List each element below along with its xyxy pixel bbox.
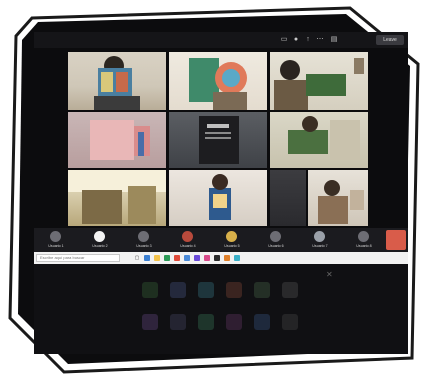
participant-video xyxy=(274,58,364,110)
meeting-screen: ▭ ● ↑ ⋯ ▤ Leave Usuario 1 Usuario 2 Usua… xyxy=(34,32,408,354)
app-tile[interactable] xyxy=(142,282,158,298)
start-menu-area: ✕ xyxy=(34,264,408,354)
app-tile[interactable] xyxy=(226,314,242,330)
video-tile[interactable] xyxy=(270,112,368,168)
participant-video xyxy=(94,56,140,110)
avatar xyxy=(358,231,369,242)
participant-video xyxy=(68,170,166,224)
participant-video xyxy=(318,180,364,224)
app-icon[interactable] xyxy=(174,255,180,261)
video-tile[interactable] xyxy=(169,112,267,168)
participant-thumb[interactable]: Usuario 4 xyxy=(168,230,208,250)
app-tile[interactable] xyxy=(254,314,270,330)
task-view-icon[interactable]: ▢ xyxy=(134,255,140,261)
avatar xyxy=(270,231,281,242)
more-icon[interactable]: ⋯ xyxy=(316,36,324,44)
app-tile[interactable] xyxy=(170,282,186,298)
participant-name: Usuario 8 xyxy=(356,244,372,248)
video-tile[interactable] xyxy=(68,52,166,110)
chat-icon[interactable]: ▤ xyxy=(330,36,338,44)
teams-icon[interactable] xyxy=(194,255,200,261)
participant-name: Usuario 6 xyxy=(268,244,284,248)
participant-name: Usuario 1 xyxy=(48,244,64,248)
meeting-topbar: ▭ ● ↑ ⋯ ▤ Leave xyxy=(34,32,408,48)
video-tile[interactable] xyxy=(169,52,267,110)
participant-name: Usuario 2 xyxy=(92,244,108,248)
participant-name: Usuario 5 xyxy=(224,244,240,248)
app-tile[interactable] xyxy=(198,282,214,298)
participant-thumb[interactable]: Usuario 6 xyxy=(256,230,296,250)
participant-thumb[interactable]: Usuario 7 xyxy=(300,230,340,250)
app-tile[interactable] xyxy=(282,314,298,330)
app-tile[interactable] xyxy=(282,282,298,298)
edge-icon[interactable] xyxy=(144,255,150,261)
app-icon[interactable] xyxy=(184,255,190,261)
participant-name: Usuario 4 xyxy=(180,244,196,248)
app-icon[interactable] xyxy=(224,255,230,261)
participant-video xyxy=(199,116,239,164)
store-icon[interactable] xyxy=(164,255,170,261)
leave-button[interactable]: Leave xyxy=(376,35,404,45)
app-icon[interactable] xyxy=(214,255,220,261)
search-input[interactable] xyxy=(36,254,120,262)
self-view[interactable] xyxy=(386,230,406,250)
video-tile[interactable] xyxy=(68,170,166,226)
video-tile[interactable] xyxy=(270,52,368,110)
participant-strip: Usuario 1 Usuario 2 Usuario 3 Usuario 4 … xyxy=(34,228,408,252)
avatar xyxy=(138,231,149,242)
close-icon[interactable]: ✕ xyxy=(326,270,333,279)
avatar xyxy=(50,231,61,242)
app-tile[interactable] xyxy=(142,314,158,330)
mic-icon[interactable]: ● xyxy=(292,36,300,44)
camera-icon[interactable]: ▭ xyxy=(280,36,288,44)
participant-video xyxy=(288,116,360,160)
avatar xyxy=(94,231,105,242)
avatar xyxy=(226,231,237,242)
video-tile[interactable] xyxy=(68,112,166,168)
taskbar: ▢ xyxy=(34,252,408,264)
video-tile[interactable] xyxy=(270,170,306,226)
app-tile[interactable] xyxy=(170,314,186,330)
participant-thumb[interactable]: Usuario 2 xyxy=(80,230,120,250)
participant-video xyxy=(90,120,150,160)
photo-frame: ▭ ● ↑ ⋯ ▤ Leave Usuario 1 Usuario 2 Usua… xyxy=(8,6,422,374)
participant-name: Usuario 7 xyxy=(312,244,328,248)
app-icon[interactable] xyxy=(234,255,240,261)
folder-icon[interactable] xyxy=(154,255,160,261)
participant-video xyxy=(209,174,231,220)
app-tile[interactable] xyxy=(226,282,242,298)
participant-thumb[interactable]: Usuario 8 xyxy=(344,230,384,250)
app-tile[interactable] xyxy=(254,282,270,298)
participant-video xyxy=(189,58,247,110)
share-icon[interactable]: ↑ xyxy=(304,36,312,44)
participant-thumb[interactable]: Usuario 1 xyxy=(36,230,76,250)
video-tile[interactable] xyxy=(308,170,368,226)
avatar xyxy=(182,231,193,242)
participant-thumb[interactable]: Usuario 5 xyxy=(212,230,252,250)
video-tile[interactable] xyxy=(169,170,267,226)
participant-thumb[interactable]: Usuario 3 xyxy=(124,230,164,250)
app-tile[interactable] xyxy=(198,314,214,330)
avatar xyxy=(314,231,325,242)
participant-name: Usuario 3 xyxy=(136,244,152,248)
app-icon[interactable] xyxy=(204,255,210,261)
